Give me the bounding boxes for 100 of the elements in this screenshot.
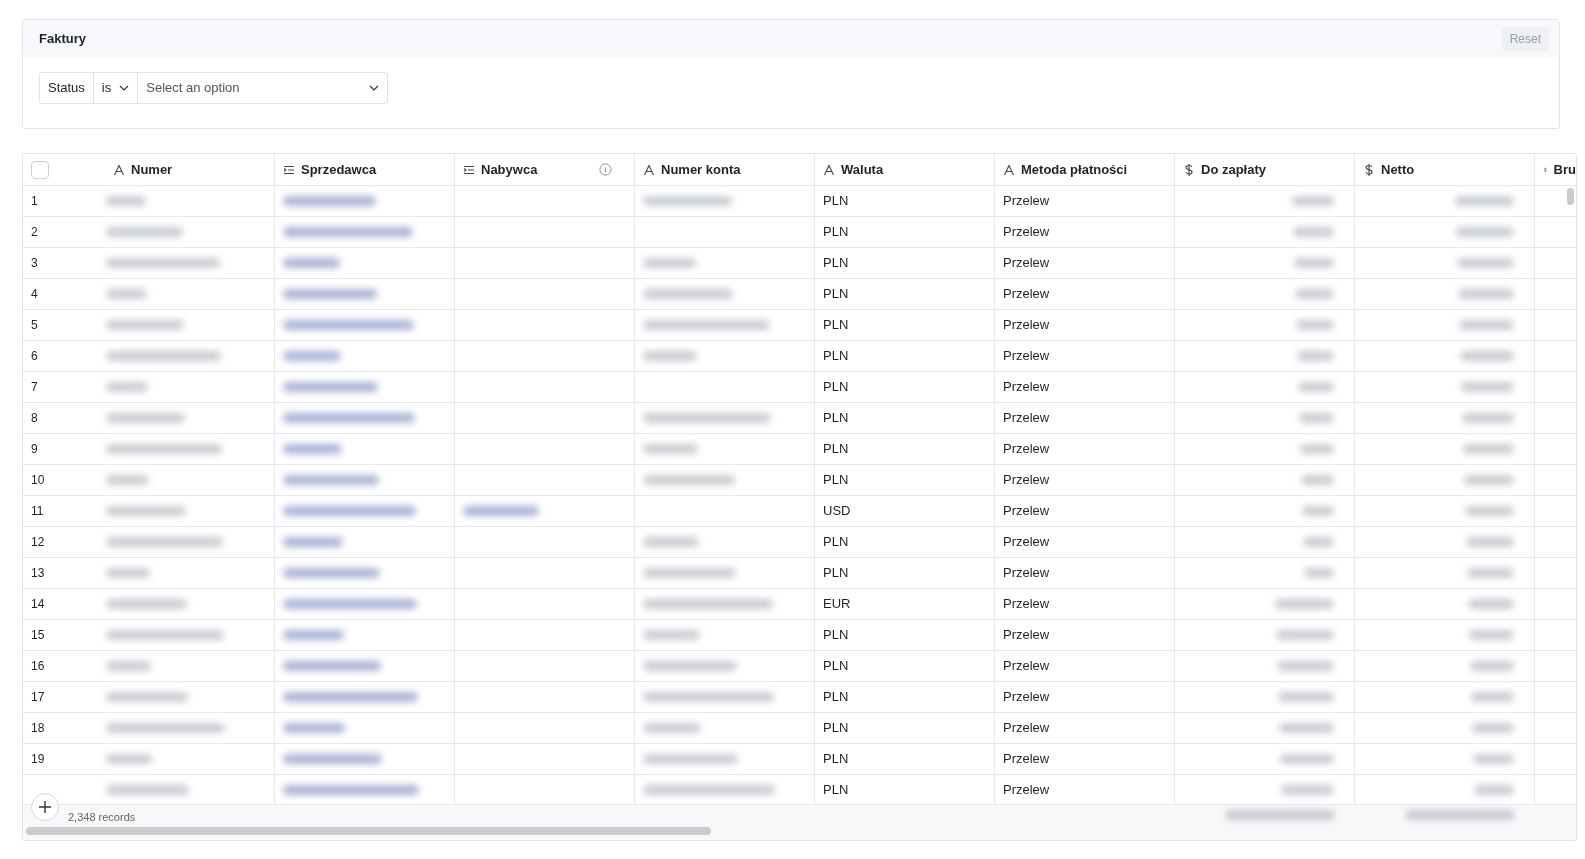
redacted-text — [1456, 227, 1514, 237]
row-number: 9 — [31, 441, 39, 458]
row-number: 6 — [31, 348, 39, 365]
column-header[interactable]: Numer konta — [635, 154, 815, 185]
table-cell-text: PLN — [823, 409, 849, 428]
row-number: 8 — [31, 410, 39, 427]
redacted-text — [283, 258, 340, 268]
redacted-text — [283, 444, 342, 454]
redacted-text — [106, 475, 149, 485]
row-number: 17 — [31, 689, 46, 706]
row-number: 12 — [31, 534, 46, 551]
table-cell-text: Przelew — [1003, 564, 1050, 583]
redacted-text — [1474, 785, 1514, 795]
row-number: 5 — [31, 317, 39, 334]
redacted-text — [1460, 351, 1514, 361]
redacted-text — [1278, 692, 1334, 702]
table-cell-text: PLN — [823, 657, 849, 676]
select-all-checkbox[interactable] — [31, 160, 49, 179]
redacted-text — [106, 754, 152, 764]
dollar-icon — [1183, 163, 1195, 176]
linked-record-icon — [283, 163, 295, 176]
table-cell-text: Przelew — [1003, 409, 1050, 428]
value-dropdown[interactable]: Select an option — [138, 73, 388, 103]
table-cell-text: Przelew — [1003, 440, 1050, 459]
row-number: 11 — [31, 503, 45, 520]
redacted-text — [1279, 723, 1334, 733]
column-header[interactable]: Sprzedawca — [275, 154, 455, 185]
redacted-text — [1466, 537, 1514, 547]
filter-field-label: Status — [40, 73, 94, 103]
table-cell-text: Przelew — [1003, 192, 1050, 211]
table-cell-text: Przelew — [1003, 223, 1050, 242]
table-cell-text: PLN — [823, 440, 849, 459]
redacted-text — [1457, 258, 1514, 268]
column-header[interactable]: Bru — [1535, 154, 1576, 185]
redacted-text — [106, 196, 146, 206]
table-cell-text: Przelew — [1003, 688, 1050, 707]
redacted-text — [1296, 320, 1334, 330]
redacted-text — [1473, 754, 1514, 764]
add-button[interactable] — [31, 793, 59, 821]
column-header[interactable]: Do zapłaty — [1175, 154, 1355, 185]
table-cell-text: Przelew — [1003, 750, 1050, 769]
redacted-text — [106, 382, 148, 392]
redacted-text — [1455, 196, 1514, 206]
table-cell-text: Przelew — [1003, 471, 1050, 490]
redacted-text — [1302, 506, 1334, 516]
linked-record-icon — [463, 163, 475, 176]
redacted-text — [1277, 661, 1334, 671]
column-header[interactable]: Waluta — [815, 154, 995, 185]
table-cell-text: Przelew — [1003, 533, 1050, 552]
column-header[interactable]: Numer — [23, 154, 275, 185]
table-cell-text: PLN — [823, 347, 849, 366]
row-number: 10 — [31, 472, 46, 489]
operator-dropdown[interactable]: is — [93, 73, 139, 103]
column-header[interactable]: Nabywca — [455, 154, 635, 185]
row-number: 13 — [31, 565, 46, 582]
row-number: 4 — [31, 286, 39, 303]
table-cell-text: PLN — [823, 285, 849, 304]
redacted-text — [1471, 692, 1514, 702]
record-count: 2,348 records — [68, 810, 136, 825]
table-cell-text: PLN — [823, 626, 849, 645]
redacted-text — [1467, 568, 1514, 578]
row-number: 2 — [31, 224, 39, 241]
text-type-icon — [1003, 163, 1015, 176]
horizontal-scrollbar[interactable] — [26, 827, 711, 835]
redacted-text — [283, 537, 343, 547]
table-cell-text: Przelew — [1003, 347, 1050, 366]
table-cell-text: PLN — [823, 781, 849, 800]
chevron-down-icon — [119, 85, 130, 91]
redacted-text — [1472, 723, 1514, 733]
table-cell-text: PLN — [823, 533, 849, 552]
redacted-text — [643, 444, 698, 454]
table-cell-text: Przelew — [1003, 316, 1050, 335]
table-cell-text: Przelew — [1003, 719, 1050, 738]
redacted-text — [643, 351, 697, 361]
row-number: 14 — [31, 596, 46, 613]
table-cell-text: PLN — [823, 192, 849, 211]
redacted-text — [1470, 661, 1514, 671]
table-cell-text: Przelew — [1003, 595, 1050, 614]
table-cell-text: Przelew — [1003, 254, 1050, 273]
redacted-text — [1300, 444, 1334, 454]
row-number: 18 — [31, 720, 46, 737]
info-icon[interactable] — [599, 163, 612, 176]
table-cell-text: PLN — [823, 688, 849, 707]
column-header[interactable]: Metoda płatności — [995, 154, 1175, 185]
redacted-text — [1468, 599, 1514, 609]
redacted-text — [1295, 289, 1334, 299]
table-cell-text: PLN — [823, 719, 849, 738]
redacted-text — [1301, 475, 1334, 485]
column-header[interactable]: Netto — [1355, 154, 1535, 185]
redacted-text — [283, 723, 345, 733]
vertical-scrollbar[interactable] — [1567, 188, 1574, 205]
row-number: 1 — [31, 193, 39, 210]
redacted-text — [1463, 444, 1514, 454]
redacted-text — [1458, 289, 1514, 299]
redacted-text — [283, 630, 344, 640]
redacted-text — [1299, 413, 1334, 423]
redacted-text — [1294, 258, 1334, 268]
row-number: 16 — [31, 658, 46, 675]
redacted-text — [643, 723, 701, 733]
redacted-text — [1461, 382, 1514, 392]
